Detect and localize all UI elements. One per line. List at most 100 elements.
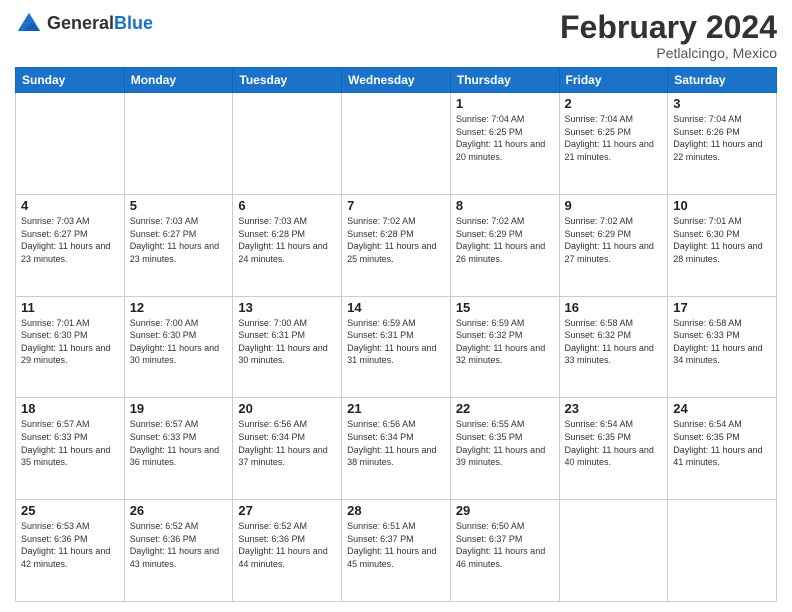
day-info: Sunrise: 7:00 AM Sunset: 6:31 PM Dayligh… [238, 317, 336, 367]
calendar-cell: 24 Sunrise: 6:54 AM Sunset: 6:35 PM Dayli… [668, 398, 777, 500]
day-number: 23 [565, 401, 663, 416]
week-row-3: 11 Sunrise: 7:01 AM Sunset: 6:30 PM Dayli… [16, 296, 777, 398]
logo-text: GeneralBlue [47, 14, 153, 34]
calendar-cell: 27 Sunrise: 6:52 AM Sunset: 6:36 PM Dayli… [233, 500, 342, 602]
day-number: 18 [21, 401, 119, 416]
calendar-cell: 23 Sunrise: 6:54 AM Sunset: 6:35 PM Dayli… [559, 398, 668, 500]
calendar: SundayMondayTuesdayWednesdayThursdayFrid… [15, 67, 777, 602]
week-row-2: 4 Sunrise: 7:03 AM Sunset: 6:27 PM Daylig… [16, 194, 777, 296]
day-info: Sunrise: 7:04 AM Sunset: 6:26 PM Dayligh… [673, 113, 771, 163]
day-info: Sunrise: 6:59 AM Sunset: 6:31 PM Dayligh… [347, 317, 445, 367]
calendar-cell [342, 93, 451, 195]
day-info: Sunrise: 7:03 AM Sunset: 6:27 PM Dayligh… [130, 215, 228, 265]
day-info: Sunrise: 6:58 AM Sunset: 6:32 PM Dayligh… [565, 317, 663, 367]
day-info: Sunrise: 7:04 AM Sunset: 6:25 PM Dayligh… [565, 113, 663, 163]
day-header-thursday: Thursday [450, 68, 559, 93]
calendar-cell [668, 500, 777, 602]
day-number: 4 [21, 198, 119, 213]
day-number: 6 [238, 198, 336, 213]
calendar-header-row: SundayMondayTuesdayWednesdayThursdayFrid… [16, 68, 777, 93]
day-number: 3 [673, 96, 771, 111]
logo: GeneralBlue [15, 10, 153, 38]
day-number: 27 [238, 503, 336, 518]
day-header-saturday: Saturday [668, 68, 777, 93]
day-info: Sunrise: 6:55 AM Sunset: 6:35 PM Dayligh… [456, 418, 554, 468]
day-number: 5 [130, 198, 228, 213]
day-header-sunday: Sunday [16, 68, 125, 93]
calendar-cell [16, 93, 125, 195]
day-number: 11 [21, 300, 119, 315]
day-number: 10 [673, 198, 771, 213]
calendar-cell: 13 Sunrise: 7:00 AM Sunset: 6:31 PM Dayli… [233, 296, 342, 398]
day-number: 24 [673, 401, 771, 416]
logo-icon [15, 10, 43, 38]
calendar-cell: 26Sunrise: 6:52 AM Sunset: 6:36 PM Dayli… [124, 500, 233, 602]
calendar-cell [233, 93, 342, 195]
location: Petlalcingo, Mexico [560, 45, 777, 61]
day-number: 22 [456, 401, 554, 416]
day-number: 28 [347, 503, 445, 518]
page: GeneralBlue February 2024 Petlalcingo, M… [0, 0, 792, 612]
day-info: Sunrise: 6:58 AM Sunset: 6:33 PM Dayligh… [673, 317, 771, 367]
day-number: 15 [456, 300, 554, 315]
day-info: Sunrise: 6:56 AM Sunset: 6:34 PM Dayligh… [238, 418, 336, 468]
day-header-wednesday: Wednesday [342, 68, 451, 93]
day-info: Sunrise: 7:01 AM Sunset: 6:30 PM Dayligh… [21, 317, 119, 367]
day-number: 9 [565, 198, 663, 213]
calendar-cell: 15 Sunrise: 6:59 AM Sunset: 6:32 PM Dayli… [450, 296, 559, 398]
calendar-cell: 29 Sunrise: 6:50 AM Sunset: 6:37 PM Dayli… [450, 500, 559, 602]
month-title: February 2024 [560, 10, 777, 45]
day-number: 20 [238, 401, 336, 416]
calendar-cell: 2 Sunrise: 7:04 AM Sunset: 6:25 PM Daylig… [559, 93, 668, 195]
calendar-cell: 17Sunrise: 6:58 AM Sunset: 6:33 PM Dayli… [668, 296, 777, 398]
day-info: Sunrise: 7:03 AM Sunset: 6:27 PM Dayligh… [21, 215, 119, 265]
calendar-body: 1 Sunrise: 7:04 AM Sunset: 6:25 PM Daylig… [16, 93, 777, 602]
calendar-cell: 8Sunrise: 7:02 AM Sunset: 6:29 PM Daylig… [450, 194, 559, 296]
week-row-4: 18 Sunrise: 6:57 AM Sunset: 6:33 PM Dayli… [16, 398, 777, 500]
calendar-cell [124, 93, 233, 195]
day-info: Sunrise: 7:02 AM Sunset: 6:29 PM Dayligh… [565, 215, 663, 265]
day-number: 25 [21, 503, 119, 518]
calendar-cell: 7Sunrise: 7:02 AM Sunset: 6:28 PM Daylig… [342, 194, 451, 296]
day-header-friday: Friday [559, 68, 668, 93]
day-number: 26 [130, 503, 228, 518]
day-number: 1 [456, 96, 554, 111]
day-info: Sunrise: 6:54 AM Sunset: 6:35 PM Dayligh… [673, 418, 771, 468]
header: GeneralBlue February 2024 Petlalcingo, M… [15, 10, 777, 61]
day-number: 29 [456, 503, 554, 518]
day-info: Sunrise: 7:04 AM Sunset: 6:25 PM Dayligh… [456, 113, 554, 163]
calendar-cell: 19 Sunrise: 6:57 AM Sunset: 6:33 PM Dayli… [124, 398, 233, 500]
calendar-cell: 12Sunrise: 7:00 AM Sunset: 6:30 PM Dayli… [124, 296, 233, 398]
day-info: Sunrise: 6:56 AM Sunset: 6:34 PM Dayligh… [347, 418, 445, 468]
title-block: February 2024 Petlalcingo, Mexico [560, 10, 777, 61]
calendar-cell: 14Sunrise: 6:59 AM Sunset: 6:31 PM Dayli… [342, 296, 451, 398]
day-info: Sunrise: 7:01 AM Sunset: 6:30 PM Dayligh… [673, 215, 771, 265]
calendar-cell: 20 Sunrise: 6:56 AM Sunset: 6:34 PM Dayli… [233, 398, 342, 500]
day-number: 21 [347, 401, 445, 416]
calendar-cell: 9 Sunrise: 7:02 AM Sunset: 6:29 PM Daylig… [559, 194, 668, 296]
day-number: 19 [130, 401, 228, 416]
calendar-cell: 25 Sunrise: 6:53 AM Sunset: 6:36 PM Dayli… [16, 500, 125, 602]
calendar-cell: 4 Sunrise: 7:03 AM Sunset: 6:27 PM Daylig… [16, 194, 125, 296]
calendar-cell: 28 Sunrise: 6:51 AM Sunset: 6:37 PM Dayli… [342, 500, 451, 602]
day-info: Sunrise: 6:50 AM Sunset: 6:37 PM Dayligh… [456, 520, 554, 570]
day-header-tuesday: Tuesday [233, 68, 342, 93]
day-info: Sunrise: 7:00 AM Sunset: 6:30 PM Dayligh… [130, 317, 228, 367]
day-number: 2 [565, 96, 663, 111]
calendar-cell: 1 Sunrise: 7:04 AM Sunset: 6:25 PM Daylig… [450, 93, 559, 195]
calendar-cell: 11 Sunrise: 7:01 AM Sunset: 6:30 PM Dayli… [16, 296, 125, 398]
calendar-cell: 6Sunrise: 7:03 AM Sunset: 6:28 PM Daylig… [233, 194, 342, 296]
day-number: 16 [565, 300, 663, 315]
week-row-5: 25 Sunrise: 6:53 AM Sunset: 6:36 PM Dayli… [16, 500, 777, 602]
day-number: 8 [456, 198, 554, 213]
day-info: Sunrise: 6:52 AM Sunset: 6:36 PM Dayligh… [238, 520, 336, 570]
day-info: Sunrise: 6:59 AM Sunset: 6:32 PM Dayligh… [456, 317, 554, 367]
day-info: Sunrise: 6:51 AM Sunset: 6:37 PM Dayligh… [347, 520, 445, 570]
calendar-cell: 18Sunrise: 6:57 AM Sunset: 6:33 PM Dayli… [16, 398, 125, 500]
day-info: Sunrise: 6:57 AM Sunset: 6:33 PM Dayligh… [130, 418, 228, 468]
day-info: Sunrise: 6:54 AM Sunset: 6:35 PM Dayligh… [565, 418, 663, 468]
calendar-cell: 3 Sunrise: 7:04 AM Sunset: 6:26 PM Daylig… [668, 93, 777, 195]
day-info: Sunrise: 6:53 AM Sunset: 6:36 PM Dayligh… [21, 520, 119, 570]
day-number: 13 [238, 300, 336, 315]
calendar-cell: 16 Sunrise: 6:58 AM Sunset: 6:32 PM Dayli… [559, 296, 668, 398]
